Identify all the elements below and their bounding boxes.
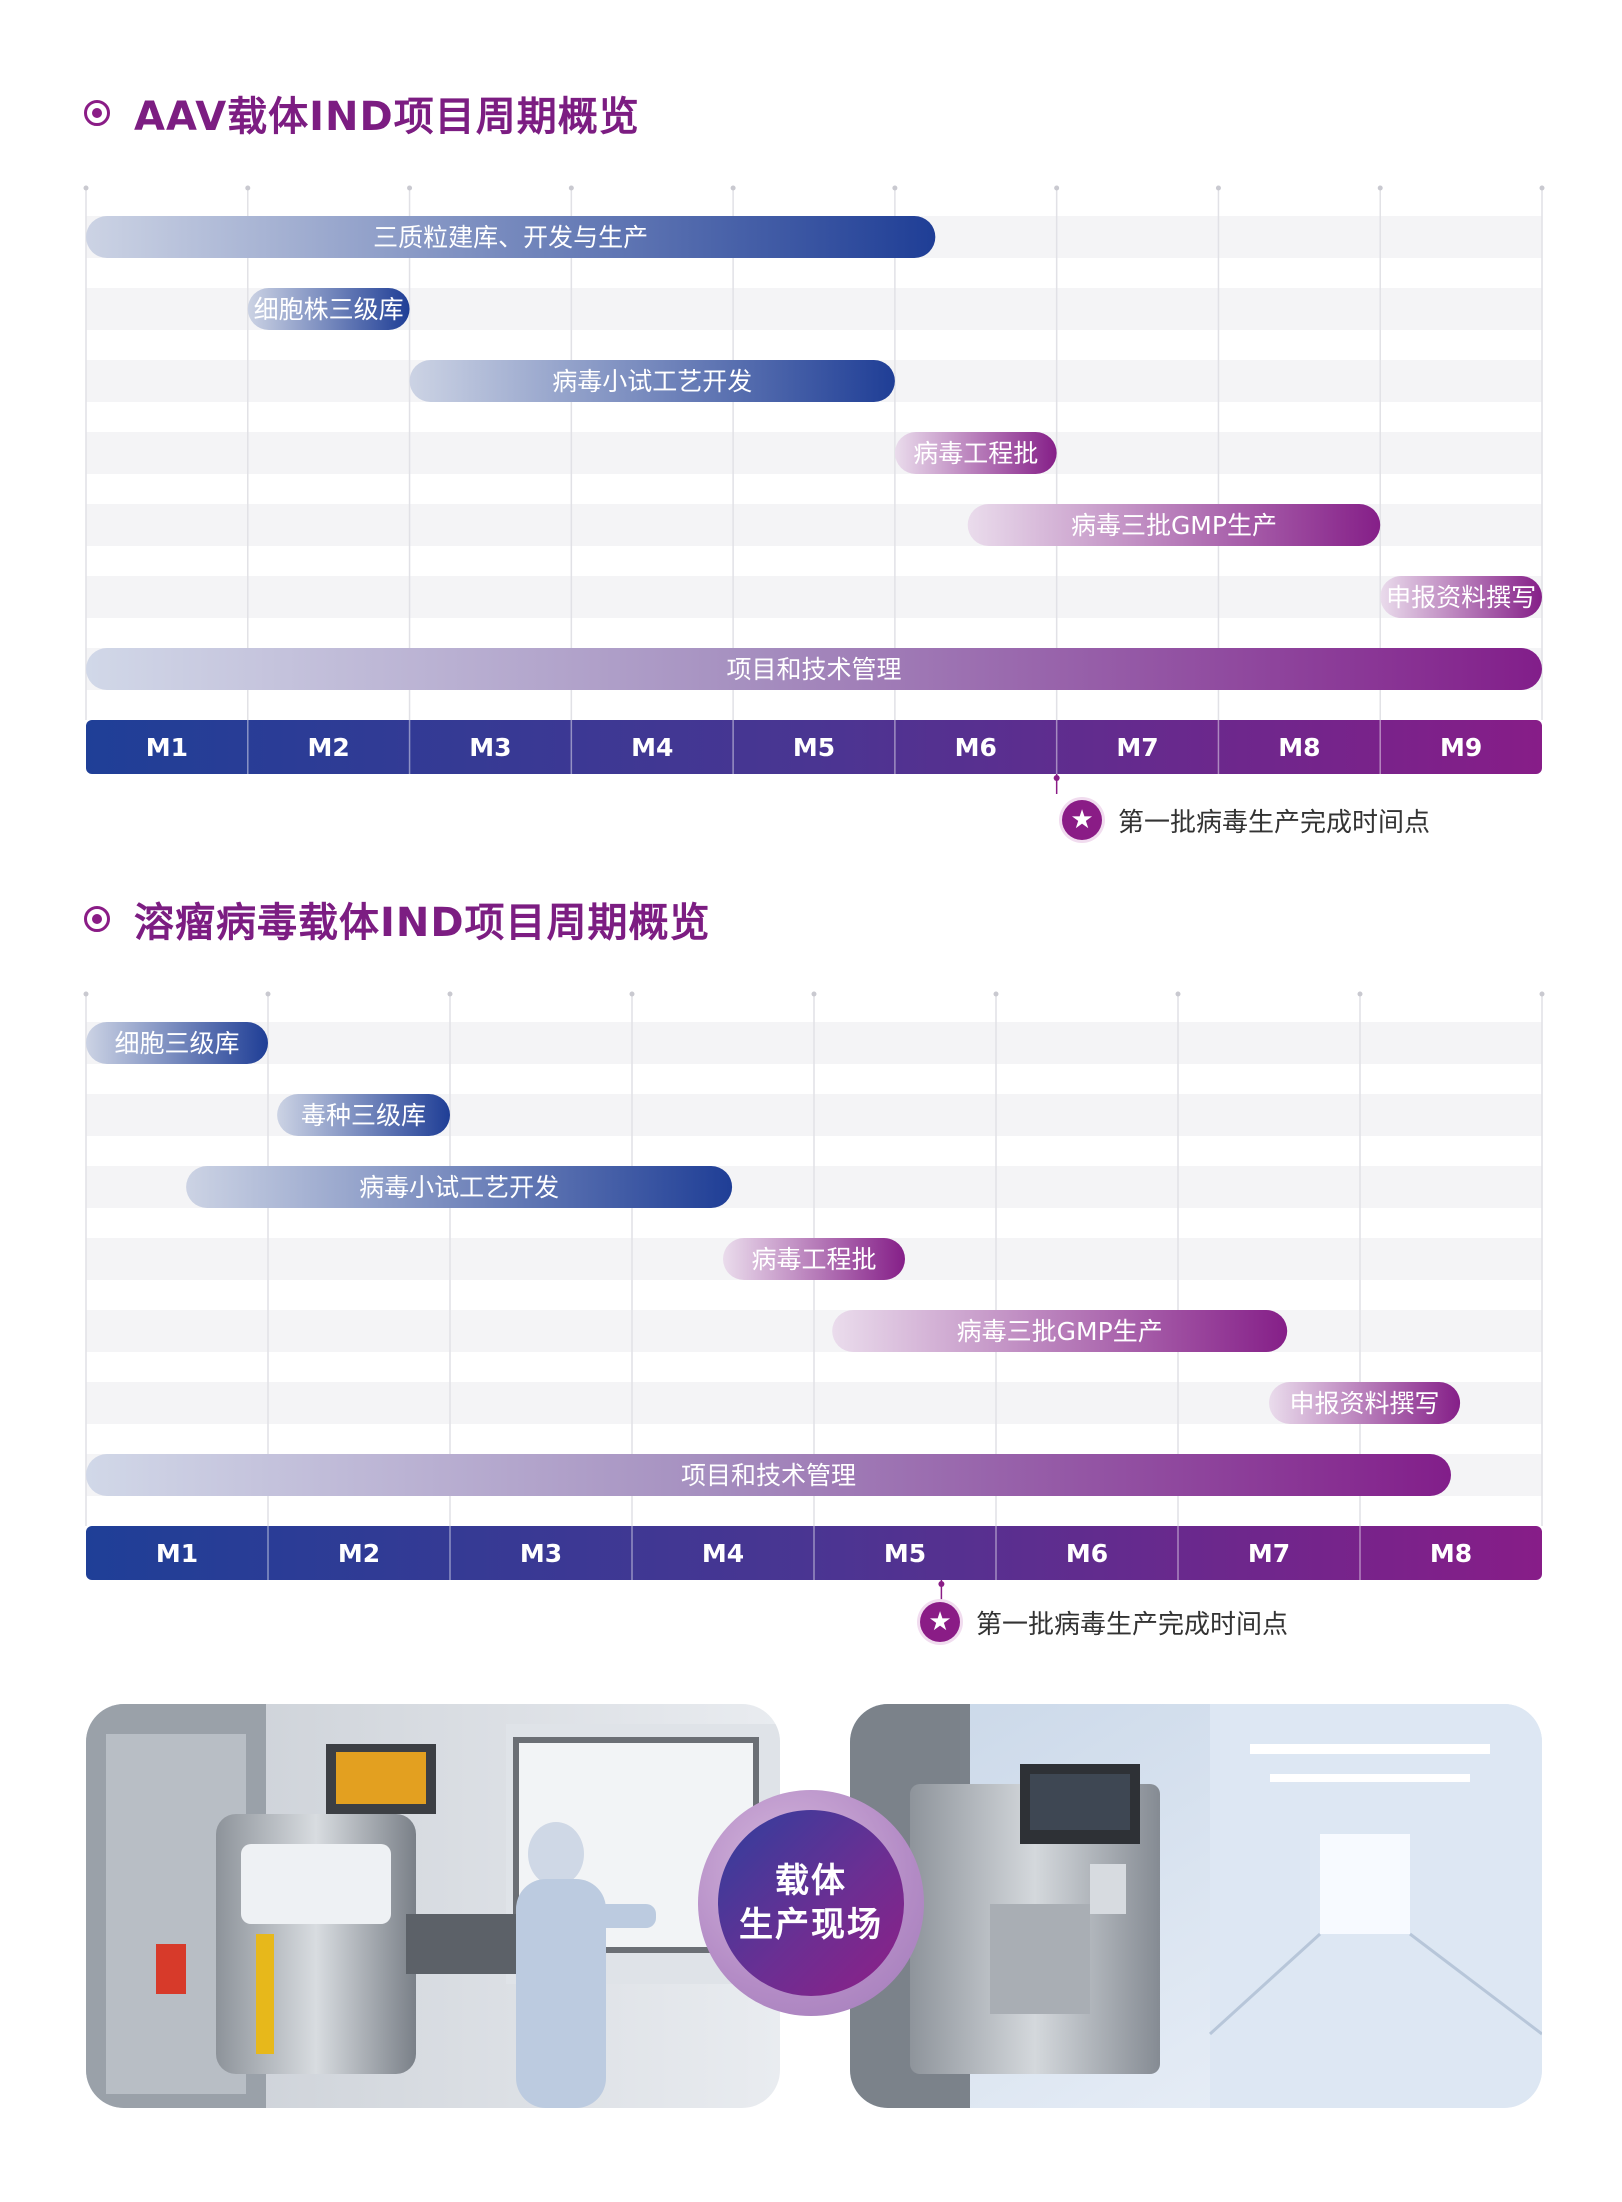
section-title-row-oncolytic: 溶瘤病毒载体IND项目周期概览 [84,890,711,948]
grid-tick-dot [1357,991,1363,997]
milestone-label-oncolytic: 第一批病毒生产完成时间点 [976,1609,1289,1640]
grid-tick-dot [83,991,89,997]
gantt-bar-label: 细胞三级库 [114,1029,239,1058]
gantt-bar-label: 申报资料撰写 [1386,583,1536,612]
gantt-bar-label: 项目和技术管理 [726,655,901,684]
month-tick-label: M6 [1066,1539,1108,1568]
grid-tick-dot [265,991,271,997]
gantt-bar-label: 病毒工程批 [913,439,1038,468]
month-tick-label: M7 [1116,733,1158,762]
section-title-oncolytic: 溶瘤病毒载体IND项目周期概览 [134,900,711,946]
gantt-bar-label: 病毒三批GMP生产 [1071,511,1277,540]
month-tick-label: M4 [631,733,673,762]
milestone-dot [938,1581,945,1587]
grid-tick-dot [892,185,898,191]
gantt-bar-label: 病毒小试工艺开发 [359,1173,559,1202]
grid-tick-dot [1539,185,1545,191]
center-badge-line2: 生产现场 [739,1905,883,1945]
month-tick-label: M4 [702,1539,744,1568]
gantt-svg-oncolytic: 细胞三级库毒种三级库病毒小试工艺开发病毒工程批病毒三批GMP生产申报资料撰写项目… [83,991,1545,1600]
month-tick-label: M7 [1248,1539,1290,1568]
month-tick-label: M2 [308,733,350,762]
milestone-note-aav: ★ 第一批病毒生产完成时间点 [1062,800,1430,840]
photo-bioreactor-operator [86,1704,780,2108]
milestone-dot [1053,775,1060,781]
gantt-bar-label: 三质粒建库、开发与生产 [373,223,648,252]
grid-tick-dot [447,991,453,997]
month-tick-label: M8 [1430,1539,1472,1568]
row-background [86,576,1542,618]
month-tick-label: M2 [338,1539,380,1568]
center-badge-inner: 载体 生产现场 [718,1810,904,1996]
month-tick-label: M5 [884,1539,926,1568]
grid-tick-dot [83,185,89,191]
grid-tick-dot [629,991,635,997]
gantt-bar-label: 项目和技术管理 [681,1461,856,1490]
month-tick-label: M1 [156,1539,198,1568]
month-tick-label: M3 [520,1539,562,1568]
star-icon: ★ [1062,800,1102,840]
target-bullet-icon [84,906,110,932]
month-tick-label: M1 [146,733,188,762]
grid-tick-dot [407,185,413,191]
grid-tick-dot [1539,991,1545,997]
photo-cleanroom-corridor [850,1704,1542,2108]
milestone-label-aav: 第一批病毒生产完成时间点 [1118,807,1431,838]
grid-tick-dot [1377,185,1383,191]
gantt-bar-label: 毒种三级库 [301,1101,426,1130]
gantt-chart-aav: 三质粒建库、开发与生产细胞株三级库病毒小试工艺开发病毒工程批病毒三批GMP生产申… [83,180,1545,794]
row-background [86,432,1542,474]
grid-tick-dot [993,991,999,997]
grid-tick-dot [1054,185,1060,191]
month-tick-label: M3 [469,733,511,762]
grid-tick-dot [245,185,251,191]
milestone-note-oncolytic: ★ 第一批病毒生产完成时间点 [920,1602,1288,1642]
grid-tick-dot [1215,185,1221,191]
center-badge: 载体 生产现场 [698,1790,924,2016]
grid-tick-dot [568,185,574,191]
section-title-row-aav: AAV载体IND项目周期概览 [84,84,640,142]
gantt-bar-label: 申报资料撰写 [1290,1389,1440,1418]
section-title-aav: AAV载体IND项目周期概览 [134,94,640,140]
star-icon: ★ [920,1602,960,1642]
gantt-bar-label: 病毒三批GMP生产 [957,1317,1163,1346]
month-tick-label: M5 [793,733,835,762]
center-badge-line1: 载体 [775,1861,847,1901]
gantt-chart-oncolytic: 细胞三级库毒种三级库病毒小试工艺开发病毒工程批病毒三批GMP生产申报资料撰写项目… [83,986,1545,1600]
grid-tick-dot [730,185,736,191]
gantt-svg-aav: 三质粒建库、开发与生产细胞株三级库病毒小试工艺开发病毒工程批病毒三批GMP生产申… [83,185,1545,794]
month-tick-label: M8 [1278,733,1320,762]
gantt-bar-label: 病毒工程批 [751,1245,876,1274]
target-bullet-icon [84,100,110,126]
month-tick-label: M6 [955,733,997,762]
gantt-bar-label: 病毒小试工艺开发 [552,367,752,396]
month-tick-label: M9 [1440,733,1482,762]
grid-tick-dot [811,991,817,997]
grid-tick-dot [1175,991,1181,997]
gantt-bar-label: 细胞株三级库 [254,295,404,324]
